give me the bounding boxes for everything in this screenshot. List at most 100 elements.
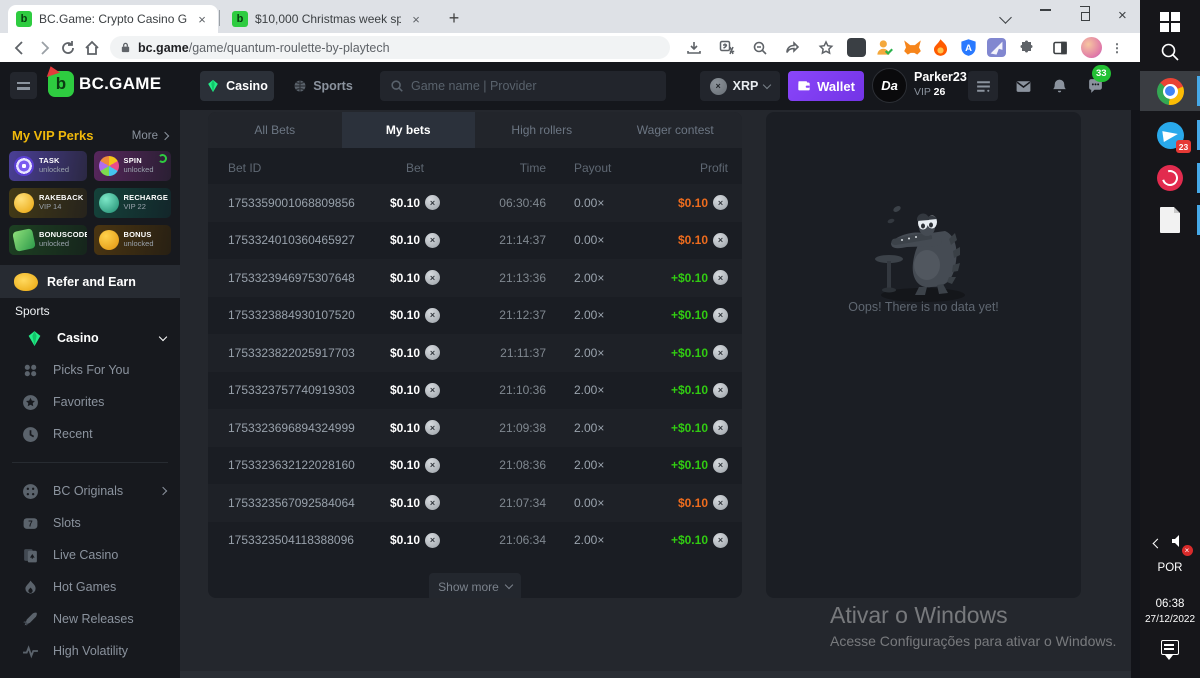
bets-tab-wager-contest[interactable]: Wager contest	[609, 112, 743, 148]
bet-queue-icon[interactable]	[968, 71, 998, 101]
user-avatar[interactable]: Da	[872, 68, 907, 103]
flame-ext-icon[interactable]	[931, 38, 950, 57]
bet-table-row[interactable]: 1753323946975307648$0.10×21:13:362.00×+$…	[208, 259, 742, 297]
restore-icon[interactable]	[1078, 9, 1092, 23]
bet-table-row[interactable]: 1753323696894324999$0.10×21:09:382.00×+$…	[208, 409, 742, 447]
taskbar-chrome-button[interactable]	[1140, 71, 1200, 111]
taskbar-red-app-button[interactable]	[1140, 158, 1200, 198]
close-icon[interactable]	[1118, 9, 1132, 23]
sidepanel-icon[interactable]	[1048, 36, 1072, 60]
mail-icon[interactable]	[1008, 71, 1038, 101]
green-gem-icon	[206, 79, 220, 93]
vip-perk-card-bonus[interactable]: BONUSunlocked	[94, 225, 172, 255]
browser-tab-active[interactable]: b BC.Game: Crypto Casino Games	[8, 5, 218, 33]
vip-perk-card-bonuscode[interactable]: BONUSCODEunlocked	[9, 225, 87, 255]
bet-payout: 0.00×	[546, 496, 646, 510]
sidebar-item-partial[interactable]	[0, 668, 180, 678]
action-center-button[interactable]	[1140, 640, 1200, 660]
bet-table-row[interactable]: 1753359001068809856$0.10×06:30:460.00×$0…	[208, 184, 742, 222]
share-icon[interactable]	[781, 36, 805, 60]
taskbar-telegram-button[interactable]: 23	[1140, 115, 1200, 155]
vip-perks-title: My VIP Perks	[12, 128, 93, 143]
vip-perk-card-recharge[interactable]: RECHARGEVIP 22	[94, 188, 172, 218]
bets-tab-all-bets[interactable]: All Bets	[208, 112, 342, 148]
browser-tab-2[interactable]: b $10,000 Christmas week special	[224, 5, 432, 33]
bet-table-row[interactable]: 1753324010360465927$0.10×21:14:370.00×$0…	[208, 222, 742, 260]
bet-id: 1753323504118388096	[228, 533, 380, 547]
taskbar-document-button[interactable]	[1140, 200, 1200, 240]
bets-rows: 1753359001068809856$0.10×06:30:460.00×$0…	[208, 184, 742, 559]
bets-tabs: All BetsMy betsHigh rollersWager contest	[208, 112, 742, 148]
reload-icon[interactable]	[56, 36, 80, 60]
sidebar-item-casino[interactable]: Casino	[0, 322, 180, 354]
vip-perk-card-spin[interactable]: SPINunlocked	[94, 151, 172, 181]
bet-table-row[interactable]: 1753323504118388096$0.10×21:06:342.00×+$…	[208, 522, 742, 560]
bookmark-star-icon[interactable]	[814, 36, 838, 60]
volume-muted-icon[interactable]	[1171, 534, 1187, 553]
tab-close-icon[interactable]	[408, 11, 424, 27]
language-indicator[interactable]: POR	[1140, 562, 1200, 574]
sidebar-item-hot-games[interactable]: Hot Games	[0, 571, 180, 603]
tab-close-icon[interactable]	[194, 11, 210, 27]
sidebar-item-high-volatility[interactable]: High Volatility	[0, 635, 180, 667]
logo-text: BC.GAME	[79, 74, 161, 94]
sidebar-item-bc-originals[interactable]: BC Originals	[0, 475, 180, 507]
bet-table-row[interactable]: 1753323822025917703$0.10×21:11:372.00×+$…	[208, 334, 742, 372]
bets-tab-high-rollers[interactable]: High rollers	[475, 112, 609, 148]
bet-id: 1753323757740919303	[228, 383, 380, 397]
tags-icon	[12, 228, 36, 252]
address-bar[interactable]: bc.game/game/quantum-roulette-by-playtec…	[110, 36, 670, 59]
user-info[interactable]: Parker23 VIP 26	[914, 70, 967, 98]
search-input[interactable]	[411, 79, 656, 93]
nav-sports-button[interactable]: Sports	[288, 71, 358, 101]
new-tab-button[interactable]: +	[442, 6, 466, 30]
pulse-icon	[22, 643, 39, 660]
sidebar-item-recent[interactable]: Recent	[0, 418, 180, 450]
bet-table-row[interactable]: 1753323884930107520$0.10×21:12:372.00×+$…	[208, 297, 742, 335]
bell-icon[interactable]	[1044, 71, 1074, 101]
arrow-ext-icon[interactable]	[987, 38, 1006, 57]
bet-table-row[interactable]: 1753323757740919303$0.10×21:10:362.00×+$…	[208, 372, 742, 410]
show-more-button[interactable]: Show more	[429, 573, 521, 598]
back-icon[interactable]	[8, 36, 32, 60]
vip-perk-card-rakeback[interactable]: RAKEBACKVIP 14	[9, 188, 87, 218]
metamask-fox-icon[interactable]	[903, 38, 922, 57]
sidebar-item-slots[interactable]: 7Slots	[0, 507, 180, 539]
clock-time[interactable]: 06:38	[1140, 598, 1200, 610]
bet-table-row[interactable]: 1753323567092584064$0.10×21:07:340.00×$0…	[208, 484, 742, 522]
minimize-icon[interactable]	[1038, 9, 1052, 23]
hamburger-menu-icon[interactable]	[10, 72, 37, 99]
install-icon[interactable]	[682, 36, 706, 60]
currency-selector[interactable]: × XRP	[700, 71, 780, 101]
extension-spider-icon[interactable]	[847, 38, 866, 57]
extensions-puzzle-icon[interactable]	[1015, 36, 1039, 60]
sidebar-item-live-casino[interactable]: Live Casino	[0, 539, 180, 571]
profile-avatar[interactable]	[1081, 37, 1102, 58]
vip-perk-card-task[interactable]: TASKunlocked	[9, 151, 87, 181]
bet-table-row[interactable]: 1753323632122028160$0.10×21:08:362.00×+$…	[208, 447, 742, 485]
wallet-button[interactable]: Wallet	[788, 71, 864, 101]
game-search[interactable]	[380, 71, 666, 101]
refer-and-earn-banner[interactable]: Refer and Earn	[0, 265, 180, 298]
bet-profit: +$0.10×	[646, 270, 728, 285]
translate-icon[interactable]	[715, 36, 739, 60]
browser-menu-icon[interactable]: ⋮	[1111, 41, 1123, 55]
page-scrollbar[interactable]	[1131, 110, 1140, 678]
zoom-out-icon[interactable]	[748, 36, 772, 60]
home-icon[interactable]	[80, 36, 104, 60]
bets-tab-my-bets[interactable]: My bets	[342, 112, 476, 148]
bcgame-logo[interactable]: b BC.GAME	[48, 71, 161, 97]
forward-icon[interactable]	[32, 36, 56, 60]
clock-date[interactable]: 27/12/2022	[1140, 614, 1200, 625]
sidebar-item-picks-for-you[interactable]: Picks For You	[0, 354, 180, 386]
sidebar-item-favorites[interactable]: Favorites	[0, 386, 180, 418]
nav-casino-button[interactable]: Casino	[200, 71, 274, 101]
green-gem-icon	[26, 330, 43, 347]
extension-person-icon[interactable]	[875, 38, 894, 57]
sidebar-item-new-releases[interactable]: New Releases	[0, 603, 180, 635]
vip-perks-more-button[interactable]: More	[132, 130, 168, 142]
tray-expand-icon[interactable]	[1152, 539, 1162, 549]
shield-ext-icon[interactable]: A	[959, 38, 978, 57]
tab-search-icon[interactable]	[998, 9, 1012, 23]
taskbar-search-button[interactable]	[1140, 32, 1200, 72]
